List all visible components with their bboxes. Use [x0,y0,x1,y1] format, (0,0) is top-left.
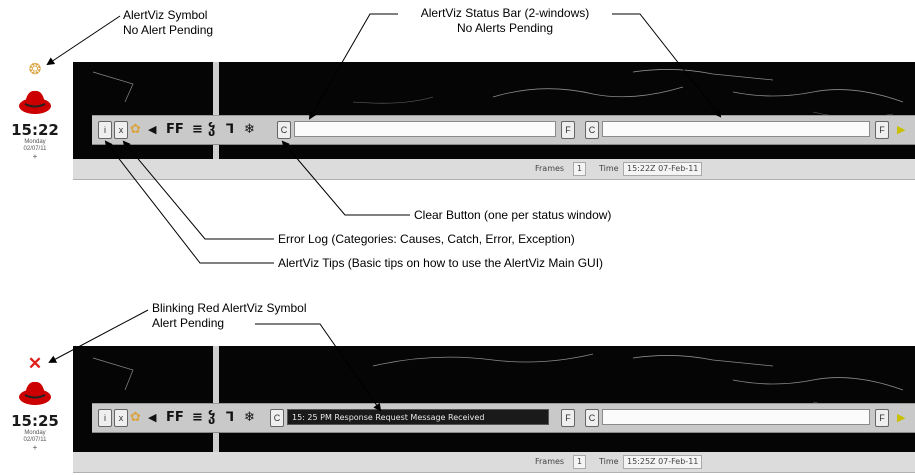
redhat-icon [19,381,51,405]
snowflake-icon[interactable]: ❄ [244,409,255,426]
status-window-right[interactable] [602,409,870,425]
frames-value: 1 [573,162,587,176]
map-coastline [92,62,904,160]
menu-icon[interactable]: ≡ [192,121,203,138]
error-log-button[interactable]: x [114,121,128,139]
alertviz-symbol-icon[interactable]: ❂ [8,62,62,78]
callout-line-1: AlertViz Symbol [123,8,208,22]
callout-symbol-alert: Blinking Red AlertViz Symbol Alert Pendi… [152,301,307,331]
tools-icon[interactable]: ჴ [208,409,215,426]
filter-button-right[interactable]: F [875,121,889,139]
clock-dock-bottom: ✕ 15:25 Monday 02/07/11 + [8,355,62,452]
font-button[interactable]: FF [166,409,184,426]
tips-button[interactable]: i [98,409,112,427]
clock-dock-top: ❂ 15:22 Monday 02/07/11 + [8,62,62,161]
status-window-left[interactable]: 15: 25 PM Response Request Message Recei… [287,409,549,425]
error-log-button[interactable]: x [114,409,128,427]
alertviz-toolbar-bottom: i x ✿ ◀ FF ≡ ჴ ⅂ ❄ C 15: 25 PM Response … [92,403,915,433]
map-window-bottom [73,346,915,454]
menu-icon[interactable]: ≡ [192,409,203,426]
redhat-icon [19,90,51,114]
clock-day: Monday [24,139,46,145]
map-window-top [73,62,915,160]
clear-button-right[interactable]: C [585,409,599,427]
alertviz-toolbar-top: i x ✿ ◀ FF ≡ ჴ ⅂ ❄ C F C F ▶ [92,115,915,145]
clock-time: 15:22 [11,121,59,139]
callout-symbol-no-alert: AlertViz Symbol No Alert Pending [123,8,213,38]
callout-clear-button: Clear Button (one per status window) [414,208,612,222]
time-label: Time [599,164,619,173]
clear-button-left[interactable]: C [277,121,291,139]
frames-label: Frames [535,457,565,466]
expand-icon[interactable]: + [8,153,62,161]
callout-line-2: Alert Pending [152,316,225,330]
callout-line-1: Blinking Red AlertViz Symbol [152,301,307,315]
snowflake-icon[interactable]: ❄ [244,121,255,138]
audio-icon[interactable]: ◀ [148,409,156,426]
frames-label: Frames [535,164,565,173]
filter-button-right[interactable]: F [875,409,889,427]
clear-button-left[interactable]: C [270,409,284,427]
tools-icon[interactable]: ჴ [208,121,215,138]
status-window-right[interactable] [602,121,870,137]
arrow-icon[interactable]: ▶ [897,409,905,426]
callout-line-2: No Alert Pending [123,23,214,37]
filter-button-left[interactable]: F [561,409,575,427]
frames-value: 1 [573,455,587,469]
status-window-left[interactable] [294,121,556,137]
clear-button-right[interactable]: C [585,121,599,139]
time-label: Time [599,457,619,466]
font-button[interactable]: FF [166,121,184,138]
audio-icon[interactable]: ◀ [148,121,156,138]
map-coastline [92,346,904,454]
filter-button-left[interactable]: F [561,121,575,139]
bracket-icon[interactable]: ⅂ [226,409,233,426]
callout-line-2: No Alerts Pending [456,21,554,35]
alertviz-alert-symbol-icon[interactable]: ✕ [8,355,62,373]
tips-button[interactable]: i [98,121,112,139]
time-value: 15:22Z 07-Feb-11 [623,162,703,176]
frame-bar-bottom: Frames 1 Time 15:25Z 07-Feb-11 [73,452,915,473]
callout-status-bar: AlertViz Status Bar (2-windows) No Alert… [400,6,610,36]
clock-day: Monday [24,430,46,436]
arrow-icon[interactable]: ▶ [897,121,905,138]
frame-bar-top: Frames 1 Time 15:22Z 07-Feb-11 [73,159,915,180]
time-value: 15:25Z 07-Feb-11 [623,455,703,469]
expand-icon[interactable]: + [8,444,62,452]
bracket-icon[interactable]: ⅂ [226,121,233,138]
callout-error-log: Error Log (Categories: Causes, Catch, Er… [278,232,575,246]
clock-time: 15:25 [11,412,59,430]
callout-line-1: AlertViz Status Bar (2-windows) [420,6,590,20]
alertviz-gear-icon[interactable]: ✿ [130,409,141,426]
callout-tips: AlertViz Tips (Basic tips on how to use … [278,256,604,270]
alertviz-gear-icon[interactable]: ✿ [130,121,141,138]
